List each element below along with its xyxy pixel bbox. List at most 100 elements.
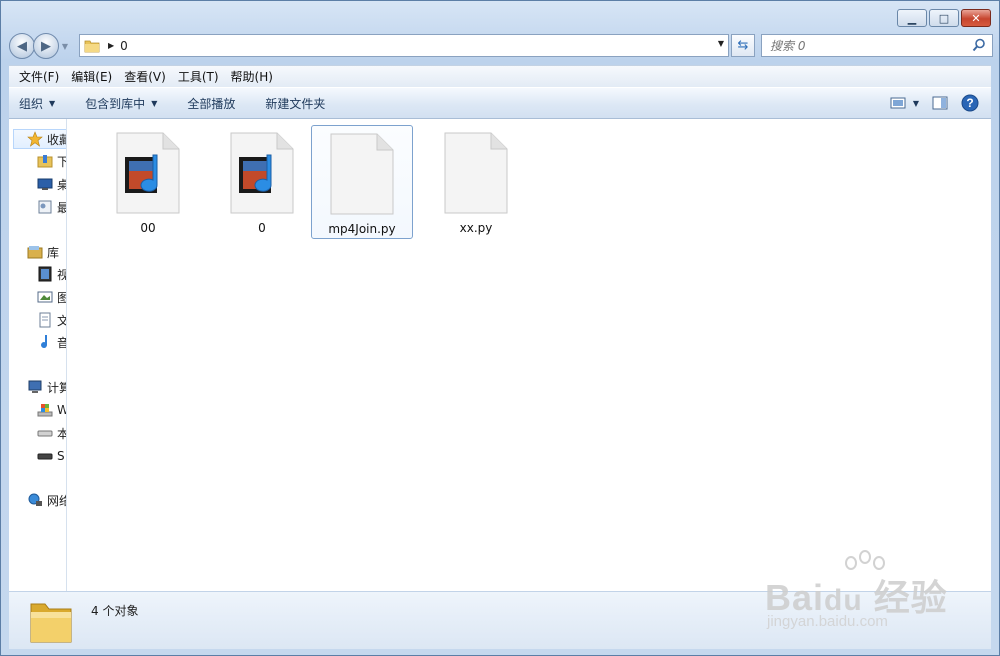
nav-item-label: 最	[57, 199, 66, 216]
file-item[interactable]: xx.py	[425, 125, 527, 239]
view-controls: ▼ ?	[889, 94, 979, 112]
computer-icon	[28, 380, 42, 393]
play-all-label: 全部播放	[187, 96, 236, 111]
maximize-button[interactable]: □	[929, 9, 959, 27]
play-all-button[interactable]: 全部播放	[187, 95, 235, 112]
recent-pages-dropdown[interactable]: ▼	[60, 42, 70, 51]
local-disk-icon	[37, 430, 53, 437]
media-file-icon	[116, 132, 180, 214]
file-item[interactable]: 0	[211, 125, 313, 239]
blank-file-icon	[330, 133, 394, 215]
nav-lib-item[interactable]: 文	[37, 310, 66, 330]
window-controls: ▁ □ ✕	[897, 9, 991, 27]
nav-comp-item[interactable]: S	[37, 446, 65, 466]
nav-computer[interactable]: 计算	[27, 377, 66, 397]
search-icon[interactable]	[972, 38, 986, 52]
forward-button[interactable]: ▶	[33, 33, 59, 59]
nav-favorites-label: 收藏	[47, 132, 66, 147]
file-name: 0	[258, 221, 266, 235]
file-name: xx.py	[459, 221, 493, 235]
chevron-down-icon: ▼	[49, 98, 56, 108]
details-pane: 4 个对象	[9, 591, 991, 649]
star-icon	[27, 131, 43, 147]
nav-libraries[interactable]: 库	[27, 242, 59, 262]
menu-help[interactable]: 帮助(H)	[225, 68, 279, 85]
pictures-icon	[37, 291, 53, 303]
nav-item-label: 下	[57, 153, 66, 170]
nav-item-label: 文	[57, 312, 66, 329]
recent-places-icon	[38, 200, 52, 214]
nav-libraries-label: 库	[47, 245, 60, 260]
nav-network[interactable]: 网络	[27, 490, 66, 510]
forward-arrow-icon: ▶	[41, 38, 51, 54]
menu-bar: 文件(F) 编辑(E) 查看(V) 工具(T) 帮助(H)	[9, 65, 991, 87]
blank-file-icon	[444, 132, 508, 214]
navigation-row: ◀ ▶ ▼ ▶ 0 ▼ ⇆	[9, 33, 993, 59]
menu-view[interactable]: 查看(V)	[118, 68, 172, 85]
address-dropdown-icon[interactable]: ▼	[718, 39, 724, 48]
preview-pane-icon	[932, 96, 948, 110]
nav-fav-item[interactable]: 下	[37, 151, 66, 171]
file-name: mp4Join.py	[328, 222, 396, 236]
nav-item-label: S	[57, 449, 65, 463]
include-library-label: 包含到库中	[85, 96, 146, 111]
back-button[interactable]: ◀	[9, 33, 35, 59]
organize-label: 组织	[19, 96, 44, 111]
explorer-window: ▁ □ ✕ ◀ ▶ ▼ ▶ 0 ▼ ⇆ 文件(F) 编辑(E) 查看	[0, 0, 1000, 656]
content-area: 收藏 下 桌 最 库 视	[9, 119, 991, 591]
music-icon	[41, 335, 48, 349]
media-file-icon	[230, 132, 294, 214]
help-icon: ?	[961, 94, 979, 112]
file-item[interactable]: 00	[97, 125, 199, 239]
folder-icon	[84, 40, 100, 52]
nav-comp-item[interactable]: 本	[37, 423, 66, 443]
menu-edit[interactable]: 编辑(E)	[65, 68, 118, 85]
desktop-icon	[37, 178, 53, 190]
new-folder-button[interactable]: 新建文件夹	[265, 95, 325, 112]
nav-lib-item[interactable]: 音	[37, 332, 66, 352]
windows-drive-icon	[37, 404, 53, 417]
file-list: 00 0 mp4Join.py xx.py	[89, 125, 991, 245]
include-in-library-button[interactable]: 包含到库中 ▼	[85, 95, 157, 112]
nav-item-label: W	[57, 403, 66, 417]
file-name: 00	[140, 221, 156, 235]
refresh-icon: ⇆	[737, 38, 749, 53]
svg-text:?: ?	[966, 96, 973, 110]
help-button[interactable]: ?	[961, 94, 979, 112]
nav-fav-item[interactable]: 桌	[37, 174, 66, 194]
nav-lib-item[interactable]: 视	[37, 264, 66, 284]
folder-icon	[30, 603, 72, 643]
nav-item-label: 视	[57, 266, 66, 283]
nav-lib-item[interactable]: 图	[37, 287, 66, 307]
change-view-button[interactable]	[889, 94, 907, 112]
address-bar[interactable]: ▶ 0 ▼	[79, 34, 729, 57]
close-button[interactable]: ✕	[961, 9, 991, 27]
videos-icon	[38, 266, 52, 282]
nav-fav-item[interactable]: 最	[37, 197, 66, 217]
file-item-selected[interactable]: mp4Join.py	[311, 125, 413, 239]
nav-item-label: 本	[57, 425, 66, 442]
command-bar: 组织 ▼ 包含到库中 ▼ 全部播放 新建文件夹 ▼ ?	[9, 87, 991, 119]
nav-comp-item[interactable]: W	[37, 400, 66, 420]
network-icon	[28, 493, 42, 506]
search-input[interactable]	[770, 38, 960, 53]
back-arrow-icon: ◀	[17, 38, 27, 54]
organize-button[interactable]: 组织 ▼	[19, 95, 55, 112]
navigation-pane: 收藏 下 桌 最 库 视	[9, 119, 67, 591]
refresh-button[interactable]: ⇆	[731, 34, 755, 57]
breadcrumb-item[interactable]: 0	[120, 39, 128, 53]
preview-pane-button[interactable]	[931, 94, 949, 112]
documents-icon	[39, 312, 51, 328]
menu-tools[interactable]: 工具(T)	[172, 68, 225, 85]
breadcrumb-separator-icon[interactable]: ▶	[108, 41, 114, 50]
nav-favorites[interactable]: 收藏	[27, 129, 66, 149]
menu-file[interactable]: 文件(F)	[13, 68, 65, 85]
item-count: 4 个对象	[91, 604, 139, 618]
nav-computer-label: 计算	[47, 380, 66, 395]
search-box[interactable]	[761, 34, 993, 57]
minimize-button[interactable]: ▁	[897, 9, 927, 27]
library-icon	[27, 246, 43, 259]
view-options-icon	[890, 97, 906, 109]
nav-item-label: 桌	[57, 176, 66, 193]
view-dropdown-icon[interactable]: ▼	[913, 99, 919, 108]
